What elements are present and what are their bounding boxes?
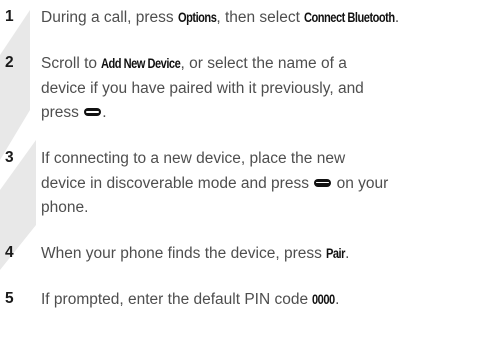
step-line: If prompted, enter the default PIN code … — [41, 288, 473, 313]
step-number: 4 — [5, 244, 14, 261]
ui-term-wrapper: Options — [177, 6, 217, 31]
step-text: Scroll to Add New Device, or select the … — [41, 52, 473, 126]
text-segment: If prompted, enter the default PIN code — [41, 291, 313, 308]
text-segment: . — [102, 104, 107, 121]
text-segment: on your — [332, 174, 389, 192]
step-number: 2 — [5, 54, 14, 71]
text-segment: If connecting to a new device, place the… — [41, 150, 346, 167]
text-segment: , then select — [216, 9, 305, 26]
ui-term-wrapper: Add New Device — [101, 52, 181, 77]
step-text: During a call, press Options, then selec… — [41, 6, 473, 31]
text-segment: . — [394, 9, 400, 26]
text-segment: . — [335, 291, 340, 308]
step-line: device in discoverable mode and press on… — [41, 172, 473, 197]
step-line: phone. — [41, 196, 473, 221]
step-text: If connecting to a new device, place the… — [41, 147, 473, 221]
ui-term: Options — [177, 10, 217, 25]
text-segment: phone. — [41, 199, 89, 216]
step-line: If connecting to a new device, place the… — [41, 147, 473, 172]
ui-term: Connect Bluetooth — [304, 10, 395, 25]
text-segment: press — [41, 104, 84, 121]
text-segment: Scroll to — [41, 55, 102, 72]
center-key-icon — [84, 108, 102, 116]
ui-term: Add New Device — [101, 56, 181, 71]
step-line: device if you have paired with it previo… — [41, 77, 473, 102]
ui-term: Pair — [326, 246, 346, 261]
ui-term: 0000 — [312, 292, 336, 307]
step-line: Scroll to Add New Device, or select the … — [41, 52, 473, 77]
step-number: 3 — [5, 149, 14, 166]
center-key-icon — [314, 178, 332, 187]
step-text: When your phone finds the device, press … — [41, 242, 473, 267]
text-segment: During a call, press — [41, 9, 178, 26]
ui-term-wrapper: Pair — [326, 242, 345, 267]
text-segment: When your phone finds the device, press — [41, 245, 327, 262]
ui-term-wrapper: Connect Bluetooth — [304, 6, 395, 31]
watermark-stripe — [0, 10, 30, 160]
text-segment: , or select the name of a — [180, 55, 347, 72]
step-line: During a call, press Options, then selec… — [41, 6, 473, 31]
text-segment: device in discoverable mode and press — [41, 174, 314, 192]
step-line: When your phone finds the device, press … — [41, 242, 473, 267]
step-number: 1 — [5, 8, 14, 25]
text-segment: . — [345, 245, 350, 262]
step-text: If prompted, enter the default PIN code … — [41, 288, 473, 313]
text-segment: device if you have paired with it previo… — [41, 79, 364, 97]
step-line: press . — [41, 101, 473, 126]
ui-term-wrapper: 0000 — [312, 288, 335, 313]
step-number: 5 — [5, 290, 14, 307]
